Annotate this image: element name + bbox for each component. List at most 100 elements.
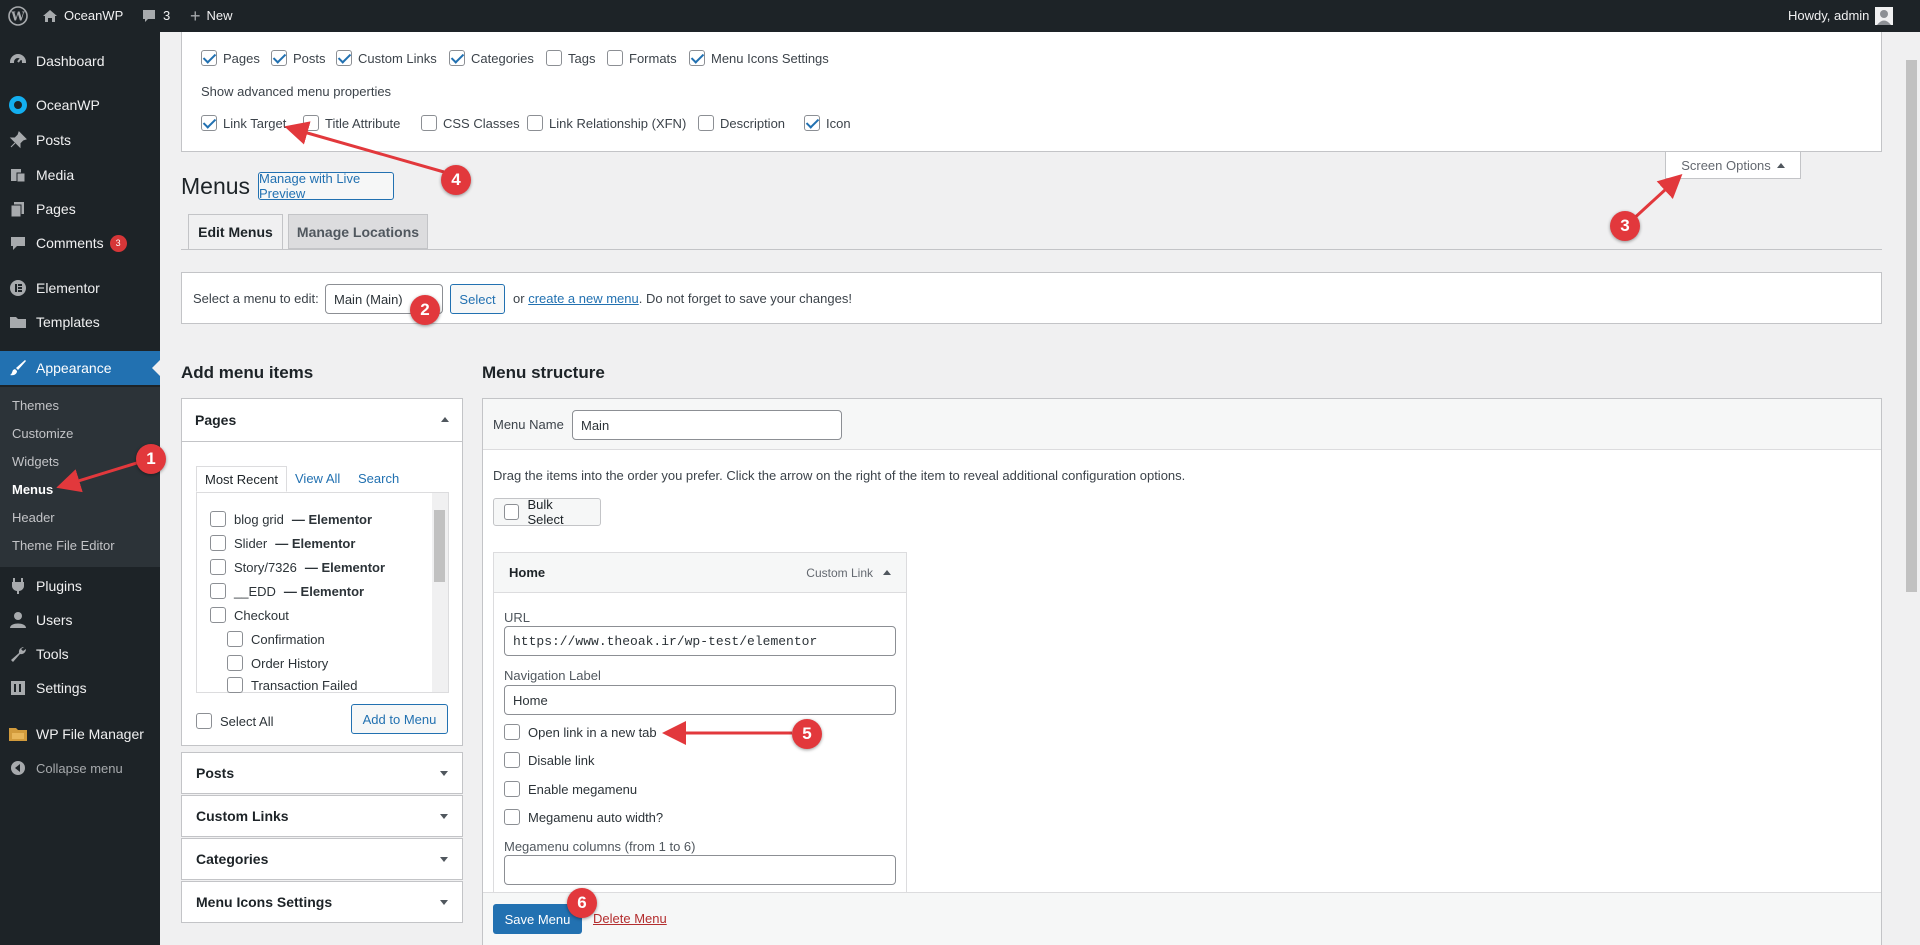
comments-link[interactable]: 3 <box>141 0 170 32</box>
sidebar-item-pages[interactable]: Pages <box>0 192 160 226</box>
advanced-option-css-classes[interactable]: CSS Classes <box>421 115 520 131</box>
collapse-menu-button[interactable]: Collapse menu <box>0 751 160 785</box>
open-new-tab-option[interactable]: Open link in a new tab <box>504 724 657 740</box>
chevron-up-icon[interactable] <box>883 570 891 575</box>
advanced-option-title-attribute[interactable]: Title Attribute <box>303 115 400 131</box>
bulk-select-button[interactable]: Bulk Select <box>493 497 601 527</box>
sidebar-item-posts[interactable]: Posts <box>0 123 160 157</box>
checkbox[interactable] <box>698 115 714 131</box>
list-item[interactable]: Transaction Failed <box>227 677 357 693</box>
enable-megamenu-option[interactable]: Enable megamenu <box>504 781 637 797</box>
sidebar-item-appearance[interactable]: Appearance <box>0 351 160 385</box>
sidebar-item-oceanwp[interactable]: OceanWP <box>0 88 160 122</box>
checkbox[interactable] <box>449 50 465 66</box>
list-item[interactable]: __EDD — Elementor <box>210 583 364 599</box>
list-item[interactable]: Confirmation <box>227 631 325 647</box>
tab-manage-locations[interactable]: Manage Locations <box>288 214 428 249</box>
sidebar-item-tools[interactable]: Tools <box>0 637 160 671</box>
list-item[interactable]: Story/7326— Elementor <box>210 559 385 575</box>
sidebar-item-wp-file-manager[interactable]: WP File Manager <box>0 717 160 751</box>
checkbox[interactable] <box>504 724 520 740</box>
submenu-item-menus[interactable]: Menus <box>12 480 53 500</box>
sidebar-item-plugins[interactable]: Plugins <box>0 569 160 603</box>
checkbox[interactable] <box>336 50 352 66</box>
checkbox[interactable] <box>303 115 319 131</box>
sidebar-item-settings[interactable]: Settings <box>0 671 160 705</box>
sidebar-item-dashboard[interactable]: Dashboard <box>0 44 160 78</box>
checkbox[interactable] <box>421 115 437 131</box>
megamenu-auto-width-option[interactable]: Megamenu auto width? <box>504 809 663 825</box>
list-item[interactable]: blog grid — Elementor <box>210 511 372 527</box>
checkbox[interactable] <box>201 115 217 131</box>
checkbox[interactable] <box>504 809 520 825</box>
create-new-menu-link[interactable]: create a new menu <box>528 291 639 306</box>
checkbox[interactable] <box>504 752 520 768</box>
sidebar-item-comments[interactable]: Comments 3 <box>0 226 160 260</box>
page-scrollbar-thumb[interactable] <box>1906 60 1917 592</box>
screen-option-pages[interactable]: Pages <box>201 50 260 66</box>
checkbox[interactable] <box>607 50 623 66</box>
checkbox[interactable] <box>227 677 243 693</box>
checkbox[interactable] <box>504 504 520 520</box>
checkbox[interactable] <box>804 115 820 131</box>
menu-item-handle[interactable]: Home Custom Link <box>493 552 907 593</box>
sidebar-item-users[interactable]: Users <box>0 603 160 637</box>
delete-menu-link[interactable]: Delete Menu <box>593 911 667 926</box>
screen-option-posts[interactable]: Posts <box>271 50 326 66</box>
submenu-item-theme-file-editor[interactable]: Theme File Editor <box>12 536 115 556</box>
megamenu-columns-input[interactable] <box>504 855 896 885</box>
menu-name-input[interactable]: Main <box>572 410 842 440</box>
checkbox[interactable] <box>546 50 562 66</box>
select-all-pages[interactable]: Select All <box>196 713 273 729</box>
checkbox[interactable] <box>210 511 226 527</box>
site-name-link[interactable]: OceanWP <box>42 0 123 32</box>
submenu-item-themes[interactable]: Themes <box>12 396 59 416</box>
tab-search[interactable]: Search <box>358 471 399 486</box>
checkbox[interactable] <box>210 535 226 551</box>
checkbox[interactable] <box>504 781 520 797</box>
sidebar-item-templates[interactable]: Templates <box>0 305 160 339</box>
submenu-item-header[interactable]: Header <box>12 508 55 528</box>
wordpress-logo-icon[interactable]: W <box>8 0 28 32</box>
tab-view-all[interactable]: View All <box>295 471 340 486</box>
screen-option-custom-links[interactable]: Custom Links <box>336 50 437 66</box>
submenu-item-customize[interactable]: Customize <box>12 424 73 444</box>
checkbox[interactable] <box>227 655 243 671</box>
screen-option-categories[interactable]: Categories <box>449 50 534 66</box>
advanced-option-description[interactable]: Description <box>698 115 785 131</box>
screen-option-tags[interactable]: Tags <box>546 50 595 66</box>
panel-menu-icons-settings[interactable]: Menu Icons Settings <box>181 881 463 923</box>
list-item[interactable]: Checkout <box>210 607 289 623</box>
list-item[interactable]: Order History <box>227 655 328 671</box>
manage-live-preview-button[interactable]: Manage with Live Preview <box>258 171 394 201</box>
advanced-option-icon[interactable]: Icon <box>804 115 851 131</box>
screen-option-menu-icons-settings[interactable]: Menu Icons Settings <box>689 50 829 66</box>
panel-categories[interactable]: Categories <box>181 838 463 880</box>
tab-edit-menus[interactable]: Edit Menus <box>188 214 283 250</box>
tab-most-recent[interactable]: Most Recent <box>196 466 287 492</box>
checkbox[interactable] <box>196 713 212 729</box>
sidebar-item-media[interactable]: Media <box>0 158 160 192</box>
sidebar-item-elementor[interactable]: Elementor <box>0 271 160 305</box>
checkbox[interactable] <box>210 559 226 575</box>
advanced-option-link-relationship[interactable]: Link Relationship (XFN) <box>527 115 686 131</box>
submenu-item-widgets[interactable]: Widgets <box>12 452 59 472</box>
checkbox[interactable] <box>271 50 287 66</box>
list-item[interactable]: Slider — Elementor <box>210 535 355 551</box>
checkbox[interactable] <box>201 50 217 66</box>
checkbox[interactable] <box>227 631 243 647</box>
url-input[interactable]: https://www.theoak.ir/wp-test/elementor <box>504 626 896 656</box>
disable-link-option[interactable]: Disable link <box>504 752 594 768</box>
screen-option-formats[interactable]: Formats <box>607 50 677 66</box>
pages-scrollbar-thumb[interactable] <box>434 510 445 582</box>
my-account-link[interactable]: Howdy, admin <box>1788 0 1894 32</box>
screen-options-toggle[interactable]: Screen Options <box>1665 152 1801 179</box>
panel-custom-links[interactable]: Custom Links <box>181 795 463 837</box>
checkbox[interactable] <box>689 50 705 66</box>
checkbox[interactable] <box>210 583 226 599</box>
select-menu-button[interactable]: Select <box>450 284 505 314</box>
checkbox[interactable] <box>527 115 543 131</box>
new-content-link[interactable]: + New <box>190 0 233 32</box>
pages-panel-header[interactable]: Pages <box>181 398 463 442</box>
add-to-menu-button[interactable]: Add to Menu <box>351 704 448 734</box>
